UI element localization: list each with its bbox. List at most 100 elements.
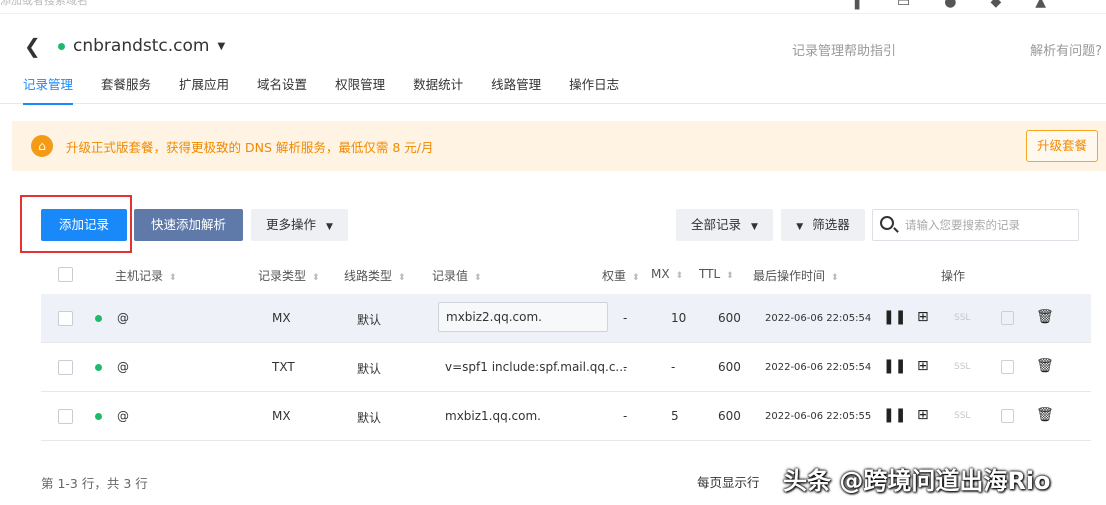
trash-icon[interactable]: 🗑: [1036, 309, 1054, 325]
cell-weight: -: [623, 360, 628, 374]
cell-mx: -: [671, 360, 676, 374]
filter-icon: ▼: [796, 222, 804, 232]
row-checkbox[interactable]: [58, 311, 73, 326]
tab-packages[interactable]: 套餐服务: [101, 72, 151, 104]
sort-icon: ⬍: [312, 273, 320, 283]
top-bar: 添加或者搜索域名 ❚ ▭ ● ◆ ▲: [0, 0, 1106, 14]
cell-ttl: 600: [718, 311, 741, 325]
clock-icon[interactable]: ●: [944, 0, 956, 10]
filter-button[interactable]: ▼ 筛选器: [781, 209, 865, 241]
all-records-dropdown[interactable]: 全部记录 ▼: [676, 209, 773, 241]
th-value[interactable]: 记录值 ⬍: [432, 267, 482, 284]
th-line[interactable]: 线路类型 ⬍: [344, 267, 406, 284]
tab-permissions[interactable]: 权限管理: [335, 72, 385, 104]
grid-icon[interactable]: ⊞: [917, 358, 929, 374]
search-icon: [880, 216, 894, 230]
sort-icon: ⬍: [726, 271, 734, 281]
table-row[interactable]: @ MX 默认 mxbiz2.qq.com. - 10 600 2022-06-…: [41, 294, 1091, 343]
tab-lines[interactable]: 线路管理: [491, 72, 541, 104]
cell-weight: -: [623, 311, 628, 325]
pagination-summary: 第 1-3 行，共 3 行: [41, 476, 148, 491]
toolbar: 添加记录 快速添加解析 更多操作 ▼ 全部记录 ▼ ▼ 筛选器: [0, 208, 1106, 244]
cell-line: 默认: [357, 362, 382, 376]
edit-icon[interactable]: [1001, 409, 1014, 423]
cell-mx: 10: [671, 311, 687, 325]
more-actions-button[interactable]: 更多操作 ▼: [251, 209, 348, 241]
table-header: 主机记录 ⬍ 记录类型 ⬍ 线路类型 ⬍ 记录值 ⬍ 权重 ⬍ MX ⬍ TTL ⬍ 最后操作…: [41, 258, 1091, 292]
sort-icon: ⬍: [675, 271, 684, 281]
pause-icon[interactable]: ❚: [851, 0, 863, 10]
cell-host: @: [117, 409, 129, 423]
cell-time: 2022-06-06 22:05:55: [765, 411, 872, 422]
caret-down-icon: ▼: [751, 222, 758, 232]
cell-type: MX: [272, 409, 291, 423]
th-type[interactable]: 记录类型 ⬍: [258, 267, 320, 284]
th-mx[interactable]: MX ⬍: [651, 267, 683, 281]
add-record-button[interactable]: 添加记录: [41, 209, 127, 241]
cell-host: @: [117, 311, 129, 325]
all-records-label: 全部记录: [691, 217, 742, 232]
sort-icon: ⬍: [831, 273, 839, 283]
cell-value-input[interactable]: mxbiz2.qq.com.: [438, 302, 608, 332]
cell-ttl: 600: [718, 409, 741, 423]
upgrade-button[interactable]: 升级套餐: [1026, 130, 1098, 162]
pause-icon[interactable]: ❚❚: [883, 309, 906, 325]
quick-add-button[interactable]: 快速添加解析: [134, 209, 243, 241]
sort-icon: ⬍: [398, 273, 406, 283]
ssl-icon[interactable]: SSL: [954, 362, 970, 372]
cell-mx: 5: [671, 409, 679, 423]
trash-icon[interactable]: 🗑: [1036, 358, 1054, 374]
bell-icon[interactable]: ▲: [1035, 0, 1046, 10]
domain-name: cnbrandstc.com: [73, 36, 210, 56]
window-icon[interactable]: ▭: [897, 0, 910, 10]
top-search-ghost: 添加或者搜索域名: [0, 0, 88, 7]
grid-icon[interactable]: ⊞: [917, 407, 929, 423]
row-checkbox[interactable]: [58, 409, 73, 424]
status-dot: [95, 364, 102, 371]
cell-type: MX: [272, 311, 291, 325]
ssl-icon[interactable]: SSL: [954, 411, 970, 421]
caret-down-icon: ▼: [217, 40, 226, 52]
status-dot: [95, 315, 102, 322]
search-box[interactable]: [872, 209, 1079, 241]
chat-icon[interactable]: ◆: [990, 0, 1001, 10]
sort-icon: ⬍: [474, 273, 482, 283]
th-time[interactable]: 最后操作时间 ⬍: [753, 267, 839, 284]
filter-label: 筛选器: [812, 217, 850, 232]
domain-selector[interactable]: cnbrandstc.com ▼: [58, 36, 225, 56]
tab-statistics[interactable]: 数据统计: [413, 72, 463, 104]
edit-icon[interactable]: [1001, 360, 1014, 374]
tab-domain-settings[interactable]: 域名设置: [257, 72, 307, 104]
main-tabs: 记录管理 套餐服务 扩展应用 域名设置 权限管理 数据统计 线路管理 操作日志: [0, 72, 1106, 105]
status-dot: [95, 413, 102, 420]
cell-value: mxbiz1.qq.com.: [445, 409, 541, 423]
cell-ttl: 600: [718, 360, 741, 374]
rocket-icon: ⌂: [31, 135, 53, 157]
th-actions: 操作: [941, 269, 966, 283]
cell-line: 默认: [357, 411, 382, 425]
grid-icon[interactable]: ⊞: [917, 309, 929, 325]
row-checkbox[interactable]: [58, 360, 73, 375]
help-link[interactable]: 记录管理帮助指引: [792, 40, 896, 59]
select-all-checkbox[interactable]: [58, 267, 73, 282]
tab-extensions[interactable]: 扩展应用: [179, 72, 229, 104]
table-row[interactable]: @ MX 默认 mxbiz1.qq.com. - 5 600 2022-06-0…: [41, 392, 1091, 441]
trash-icon[interactable]: 🗑: [1036, 407, 1054, 423]
pause-icon[interactable]: ❚❚: [883, 407, 906, 423]
edit-icon[interactable]: [1001, 311, 1014, 325]
cell-host: @: [117, 360, 129, 374]
upgrade-banner: ⌂ 升级正式版套餐，获得更极致的 DNS 解析服务，最低仅需 8 元/月 升级套…: [12, 121, 1106, 171]
table-row[interactable]: @ TXT 默认 v=spf1 include:spf.mail.qq.c...…: [41, 343, 1091, 392]
issue-link[interactable]: 解析有问题?: [1030, 40, 1102, 59]
tab-records[interactable]: 记录管理: [23, 72, 74, 105]
th-host[interactable]: 主机记录 ⬍: [115, 267, 177, 284]
watermark: 头条 @跨境问道出海Rio: [783, 467, 1051, 495]
chevron-left-icon[interactable]: ❮: [24, 34, 41, 58]
search-input[interactable]: [905, 216, 1073, 234]
th-ttl[interactable]: TTL ⬍: [699, 267, 734, 281]
th-weight[interactable]: 权重 ⬍: [602, 267, 640, 284]
ssl-icon[interactable]: SSL: [954, 313, 970, 323]
pause-icon[interactable]: ❚❚: [883, 358, 906, 374]
tab-logs[interactable]: 操作日志: [569, 72, 619, 104]
caret-down-icon: ▼: [326, 222, 333, 232]
